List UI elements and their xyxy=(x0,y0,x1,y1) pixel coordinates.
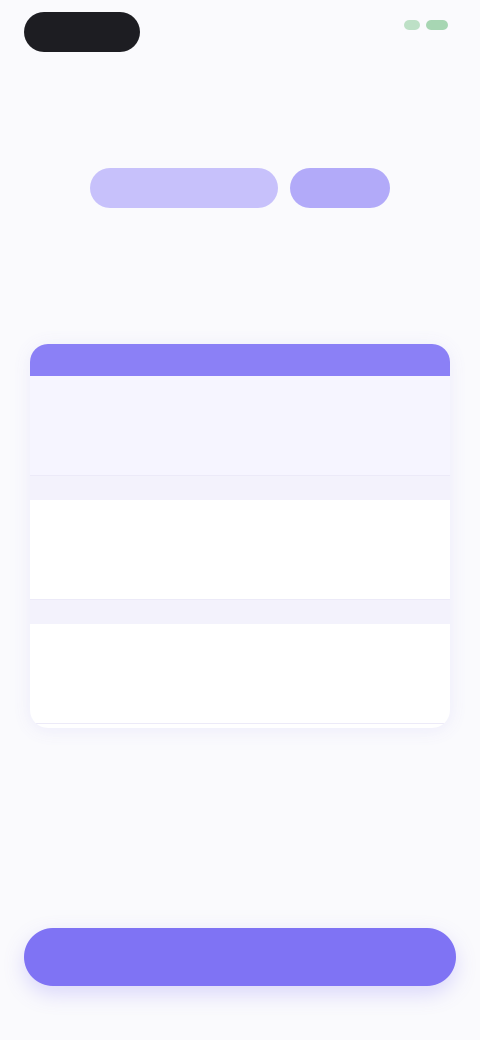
paywall-screen xyxy=(0,0,480,1040)
plan-divider-1 xyxy=(30,476,450,500)
plan-option-3[interactable] xyxy=(30,624,450,724)
badge-right xyxy=(290,168,390,208)
continue-button[interactable] xyxy=(24,928,456,986)
plan-option-1[interactable] xyxy=(30,376,450,476)
signal-icon xyxy=(404,20,420,30)
dynamic-island xyxy=(24,12,140,52)
badge-left xyxy=(90,168,278,208)
skip-button[interactable] xyxy=(380,82,460,102)
plan-option-2[interactable] xyxy=(30,500,450,600)
status-icons xyxy=(404,20,448,30)
battery-icon xyxy=(426,20,448,30)
plans-card-header xyxy=(30,344,450,376)
badge-row xyxy=(90,168,390,208)
plans-card xyxy=(30,344,450,728)
plan-divider-2 xyxy=(30,600,450,624)
